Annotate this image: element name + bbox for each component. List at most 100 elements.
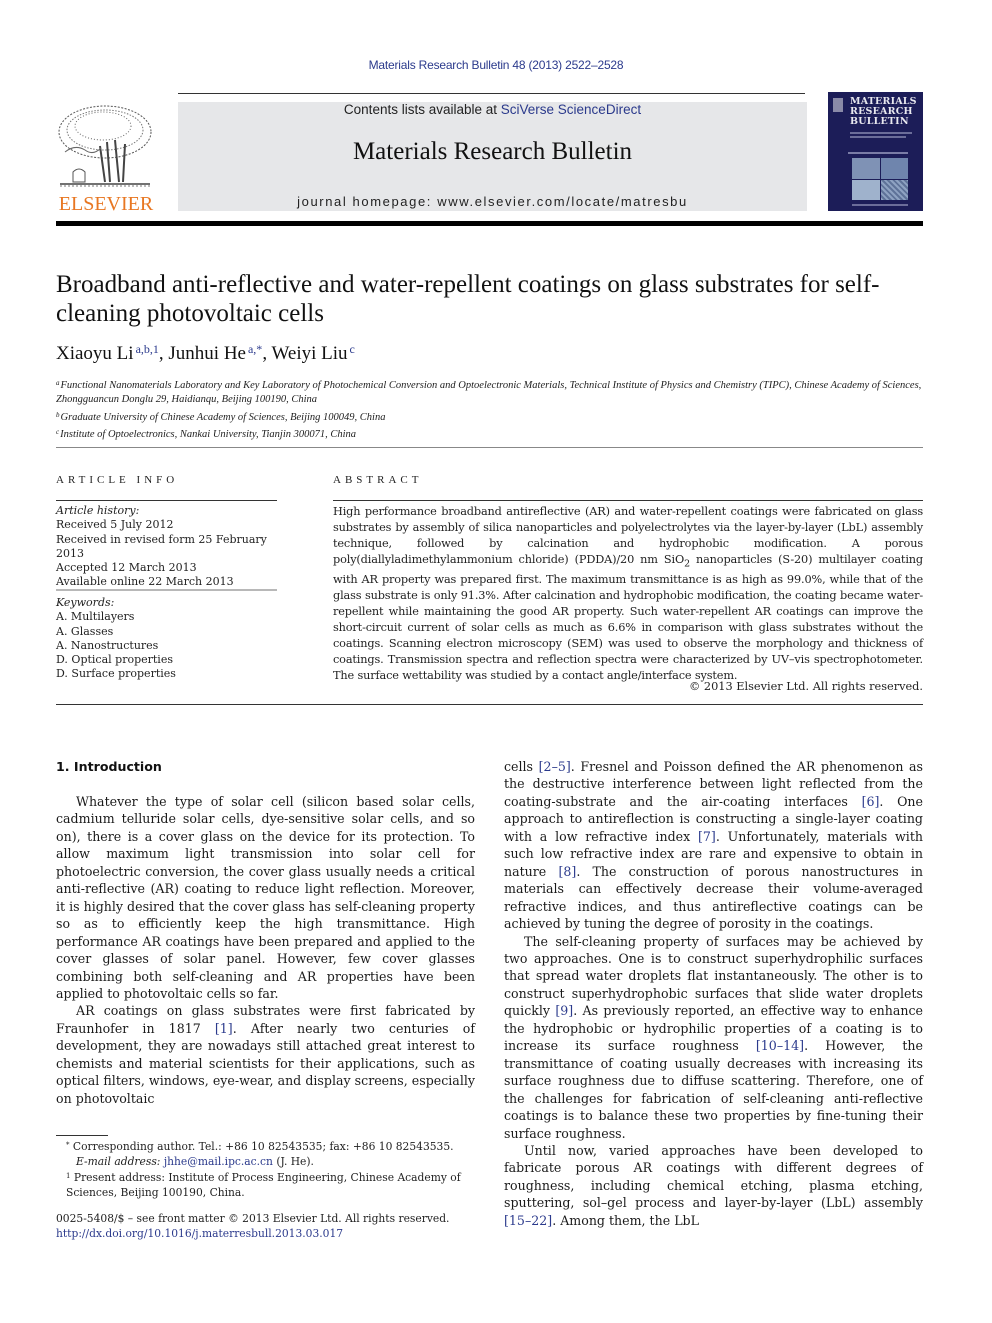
cover-title-line: BULLETIN [850, 116, 909, 127]
body-column-right: cells [2–5]. Fresnel and Poisson defined… [504, 758, 923, 1229]
front-matter-text: 0025-5408/$ – see front matter © 2013 El… [56, 1212, 450, 1225]
affiliation-mark: c [56, 427, 60, 436]
history-label: Article history: [56, 504, 140, 517]
cover-image [880, 158, 908, 179]
article-info-heading: ARTICLE INFO [56, 474, 179, 486]
footnote-email: E-mail address: jhhe@mail.ipc.ac.cn (J. … [56, 1154, 476, 1169]
article-info-rule [56, 500, 277, 501]
footnote-mark: 1 [66, 1172, 71, 1180]
cover-image [852, 179, 880, 200]
keyword: A. Glasses [56, 624, 114, 638]
history-item: Received in revised form 25 February 201… [56, 532, 267, 560]
affiliation: cInstitute of Optoelectronics, Nankai Un… [56, 425, 926, 442]
footnote-text: Corresponding author. Tel.: +86 10 82543… [72, 1140, 454, 1153]
contents-line: Contents lists available at SciVerse Sci… [178, 102, 807, 117]
affiliation-text: Graduate University of Chinese Academy o… [60, 411, 386, 423]
body-column-left: Whatever the type of solar cell (silicon… [56, 793, 475, 1107]
cover-image-grid [852, 158, 908, 200]
keyword: A. Nanostructures [56, 638, 159, 652]
history-item: Accepted 12 March 2013 [56, 561, 197, 575]
header-rule [178, 93, 805, 94]
text-run: . Among them, the LbL [552, 1212, 699, 1228]
front-matter: 0025-5408/$ – see front matter © 2013 El… [56, 1211, 476, 1241]
cover-subtitle-bar [850, 136, 906, 138]
journal-name: Materials Research Bulletin [352, 138, 633, 165]
author-name[interactable]: Junhui He [168, 343, 246, 364]
journal-citation[interactable]: Materials Research Bulletin 48 (2013) 25… [0, 58, 992, 72]
citation-link[interactable]: [10–14] [756, 1038, 804, 1053]
abstract-top-rule [333, 500, 923, 501]
journal-cover-thumbnail[interactable]: MATERIALS RESEARCH BULLETIN [828, 92, 923, 211]
cover-image [880, 179, 908, 200]
tree-icon [58, 105, 152, 187]
email-label: E-mail address: [76, 1155, 164, 1168]
text-run: . However, the transmittance of coating … [504, 1038, 923, 1141]
paragraph: Whatever the type of solar cell (silicon… [56, 794, 475, 1001]
affiliation: aFunctional Nanomaterials Laboratory and… [56, 376, 926, 408]
paragraph: AR coatings on glass substrates were fir… [56, 1002, 475, 1107]
citation-link[interactable]: [9] [555, 1003, 573, 1018]
history-item: Available online 22 March 2013 [56, 575, 234, 589]
author-list: Xiaoyu Li a,b,1, Junhui He a,*, Weiyi Liu c [56, 342, 355, 365]
keyword: D. Optical properties [56, 653, 173, 667]
affiliation-mark: a [56, 379, 60, 387]
contents-prefix: Contents lists available at [343, 102, 501, 117]
citation-link[interactable]: [6] [862, 794, 880, 809]
affiliation-text: Functional Nanomaterials Laboratory and … [56, 380, 922, 406]
footnote-corresponding: * Corresponding author. Tel.: +86 10 825… [56, 1138, 476, 1154]
paragraph: Until now, varied approaches have been d… [504, 1142, 923, 1229]
text-run: Until now, varied approaches have been d… [504, 1142, 923, 1211]
citation-link[interactable]: [15–22] [504, 1213, 552, 1228]
author-name[interactable]: Xiaoyu Li [56, 343, 134, 364]
text-run: cells [504, 759, 539, 774]
article-title: Broadband anti-reflective and water-repe… [56, 271, 880, 327]
email-suffix: (J. He). [272, 1155, 314, 1168]
doi-link[interactable]: http://dx.doi.org/10.1016/j.materresbull… [56, 1226, 476, 1241]
paragraph: cells [2–5]. Fresnel and Poisson defined… [504, 758, 923, 933]
abstract-heading: ABSTRACT [333, 474, 423, 486]
abstract-bottom-rule [56, 704, 923, 705]
affiliation-text: Institute of Optoelectronics, Nankai Uni… [60, 428, 357, 440]
keywords-label: Keywords: [56, 596, 115, 609]
abstract-copyright: © 2013 Elsevier Ltd. All rights reserved… [689, 680, 923, 693]
citation-link[interactable]: [2–5] [539, 759, 571, 774]
article-history: Article history: Received 5 July 2012 Re… [56, 504, 281, 590]
citation-link[interactable]: [8] [558, 864, 576, 879]
author-marks[interactable]: c [350, 342, 355, 356]
keyword: A. Multilayers [56, 610, 135, 624]
abstract-text: High performance broadband antireflectiv… [333, 504, 923, 684]
cover-band [848, 152, 908, 154]
affiliation: bGraduate University of Chinese Academy … [56, 408, 926, 425]
history-item: Received 5 July 2012 [56, 518, 174, 532]
footnote-rule [56, 1135, 108, 1136]
citation-link[interactable]: [7] [698, 829, 716, 844]
keywords: Keywords: A. Multilayers A. Glasses A. N… [56, 596, 281, 682]
affiliations: aFunctional Nanomaterials Laboratory and… [56, 376, 926, 442]
email-link[interactable]: jhhe@mail.ipc.ac.cn [164, 1155, 273, 1168]
author-marks[interactable]: a,* [248, 342, 262, 356]
cover-emblem-icon [833, 98, 843, 112]
author-separator: , [158, 343, 169, 364]
citation-link[interactable]: [1] [215, 1021, 233, 1036]
abstract-text-part: nanoparticles (S-20) multilayer coating … [333, 553, 923, 683]
cover-title: MATERIALS RESEARCH BULLETIN [850, 97, 917, 127]
author-marks[interactable]: a,b,1 [136, 342, 159, 356]
footnote-present-address: 1 Present address: Institute of Process … [56, 1169, 476, 1200]
homepage-link[interactable]: www.elsevier.com/locate/matresbu [437, 194, 688, 209]
homepage-label: journal homepage: [297, 194, 438, 209]
elsevier-wordmark: ELSEVIER [58, 193, 154, 215]
sciencedirect-link[interactable]: SciVerse ScienceDirect [501, 102, 641, 117]
keyword: D. Surface properties [56, 667, 176, 681]
footnote-text: Present address: Institute of Process En… [66, 1171, 461, 1199]
title-block-rule [56, 447, 923, 448]
author-name[interactable]: Weiyi Liu [271, 343, 347, 364]
affiliation-mark: b [56, 410, 60, 419]
cover-image [852, 158, 880, 179]
footnote-mark: * [66, 1141, 70, 1149]
cover-subtitle-bar [850, 132, 912, 134]
header-thick-rule [56, 221, 923, 226]
paragraph: The self-cleaning property of surfaces m… [504, 933, 923, 1142]
journal-masthead: Contents lists available at SciVerse Sci… [178, 102, 807, 211]
footnotes: * Corresponding author. Tel.: +86 10 825… [56, 1138, 476, 1200]
section-heading-introduction: 1. Introduction [56, 759, 162, 774]
